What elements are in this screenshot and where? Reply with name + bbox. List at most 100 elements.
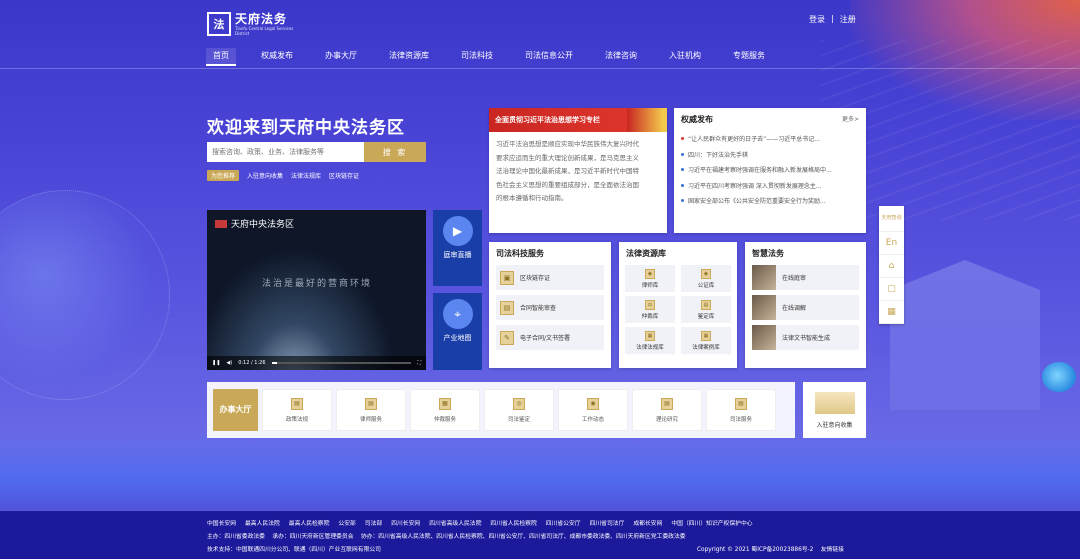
video-progress[interactable] <box>271 362 412 364</box>
tech-service-label: 合同智能审查 <box>520 305 557 312</box>
nav-legal-resources[interactable]: 法律资源库 <box>382 48 436 66</box>
case-icon: ▦ <box>701 330 711 341</box>
background-waves <box>0 430 1080 510</box>
service-hall-bar: 办事大厅 ▤ 政策法规 ▤ 律师服务 ▦ 仲裁服务 ◎ 司法鉴定 ◉ 工作动态 ▤ 理论研究… <box>207 382 795 438</box>
tag-link[interactable]: 入驻意向收集 <box>247 171 283 180</box>
promo-video[interactable]: 天府中央法务区 法治是最好的营商环境 ❚❚ ◀) 0:12 / 1:26 ⛶ <box>207 210 426 370</box>
footer-link[interactable]: 公安部 <box>338 518 355 527</box>
news-item[interactable]: “让人民群众有更好的日子去”——习近平总书记... <box>674 131 866 147</box>
qr-code-icon[interactable]: ▦ <box>879 301 904 324</box>
nav-divider <box>0 68 1080 69</box>
hall-item[interactable]: ▦ 仲裁服务 <box>410 389 480 431</box>
study-line: 法治理论中国化最新成果，是习近平新时代中国特 <box>496 167 639 175</box>
footer-link[interactable]: 成都长安网 <box>633 518 662 527</box>
service-hall-badge[interactable]: 办事大厅 <box>213 389 258 431</box>
hall-item[interactable]: ▤ 律师服务 <box>336 389 406 431</box>
library-item-arbitration[interactable]: ⚖ 仲裁库 <box>625 296 675 323</box>
industry-map-tile[interactable]: ⌖ 产业地图 <box>433 293 482 370</box>
library-item-cases[interactable]: ▦ 法律案例库 <box>681 327 731 354</box>
footer-link[interactable]: 四川长安网 <box>391 518 420 527</box>
study-banner[interactable]: 全面贯彻习近平法治思想学习专栏 <box>489 108 667 132</box>
settle-intent-button[interactable]: 入驻意向收集 <box>803 382 866 438</box>
hall-item[interactable]: ◉ 工作动态 <box>558 389 628 431</box>
smart-service-item[interactable]: 法律文书智能生成 <box>752 325 859 350</box>
login-link[interactable]: 登录 <box>809 14 825 25</box>
footer-link[interactable]: 四川省公安厅 <box>546 518 581 527</box>
library-item-lawyers[interactable]: ◉ 律师库 <box>625 265 675 292</box>
chat-icon[interactable]: ▢ <box>879 278 904 301</box>
english-toggle[interactable]: En <box>879 232 904 255</box>
library-item-appraisal[interactable]: ▤ 鉴定库 <box>681 296 731 323</box>
nav-home[interactable]: 首页 <box>206 48 236 66</box>
nav-institutions[interactable]: 入驻机构 <box>662 48 708 66</box>
news-item[interactable]: 习近平在福建考察时强调在服务和融入新发展格局中... <box>674 162 866 178</box>
nav-service-hall[interactable]: 办事大厅 <box>318 48 364 66</box>
smart-consult-button[interactable]: 天府智询 <box>879 206 904 232</box>
appraisal-icon: ◎ <box>513 397 525 410</box>
tech-service-item[interactable]: ▤ 合同智能审查 <box>496 295 604 320</box>
logo-subtitle: Tianfu Central Legal Services District <box>235 25 294 36</box>
footer-link[interactable]: 中国（四川）知识产权保护中心 <box>671 518 752 527</box>
footer-link[interactable]: 司法部 <box>365 518 382 527</box>
news-item[interactable]: 国家安全部公布《公共安全防范重要安全行为奖励... <box>674 193 866 209</box>
tech-service-item[interactable]: ▣ 区块链存证 <box>496 265 604 290</box>
tag-link[interactable]: 法律法规库 <box>291 171 321 180</box>
document-icon: ▤ <box>701 299 711 310</box>
nav-judicial-tech[interactable]: 司法科技 <box>454 48 500 66</box>
news-more-link[interactable]: 更多> <box>842 114 859 125</box>
contract-review-icon: ▤ <box>500 300 514 315</box>
smart-service-item[interactable]: 在线庭审 <box>752 265 859 290</box>
lawyer-service-icon: ▤ <box>365 397 377 410</box>
volume-icon[interactable]: ◀) <box>226 360 232 366</box>
tech-service-label: 区块链存证 <box>520 275 551 282</box>
search-bar: 搜 索 <box>207 142 426 162</box>
home-icon[interactable]: ⌂ <box>879 255 904 278</box>
live-trial-tile[interactable]: ▶ 庭审直播 <box>433 210 482 286</box>
search-input[interactable] <box>207 142 364 162</box>
logo-title: 天府法务 <box>235 11 288 26</box>
nav-releases[interactable]: 权威发布 <box>254 48 300 66</box>
footer-link[interactable]: 中国长安网 <box>207 518 236 527</box>
register-link[interactable]: 注册 <box>840 14 856 25</box>
news-item[interactable]: 四川：下好法治先手棋 <box>674 147 866 163</box>
footer-copyright: Copyright © 2021 蜀ICP备20023886号-2 <box>697 547 814 553</box>
nav-legal-consult[interactable]: 法律咨询 <box>598 48 644 66</box>
footer-link[interactable]: 四川省司法厅 <box>590 518 625 527</box>
news-item-text: 四川：下好法治先手棋 <box>688 151 749 159</box>
smart-service-item[interactable]: 在线调解 <box>752 295 859 320</box>
friend-links[interactable]: 友情链接 <box>821 547 844 553</box>
bullet-icon <box>681 183 684 187</box>
assistant-robot-icon[interactable] <box>1042 362 1076 392</box>
hall-item[interactable]: ▤ 司法服务 <box>706 389 776 431</box>
live-trial-label: 庭审直播 <box>443 251 472 259</box>
library-item-regulations[interactable]: ▦ 法律法规库 <box>625 327 675 354</box>
recommend-tags: 为您推荐 入驻意向收集 法律法规库 区块链存证 <box>207 170 359 181</box>
study-card[interactable]: 全面贯彻习近平法治思想学习专栏 习近平法治思想是顺应实现中华民族伟大复兴时代 要… <box>489 108 667 233</box>
nav-info-disclosure[interactable]: 司法信息公开 <box>518 48 580 66</box>
footer-link[interactable]: 最高人民检察院 <box>289 518 330 527</box>
nav-special-services[interactable]: 专题服务 <box>726 48 772 66</box>
tech-service-item[interactable]: ✎ 电子合同/文书签署 <box>496 325 604 350</box>
search-button[interactable]: 搜 索 <box>364 142 426 162</box>
library-item-notary[interactable]: ◉ 公证库 <box>681 265 731 292</box>
footer-link[interactable]: 四川省人民检察院 <box>490 518 536 527</box>
tag-link[interactable]: 区块链存证 <box>329 171 359 180</box>
pause-icon[interactable]: ❚❚ <box>212 360 220 366</box>
footer-link[interactable]: 四川省高级人民法院 <box>429 518 481 527</box>
lawyer-icon: ◉ <box>645 268 655 279</box>
footer: 中国长安网 最高人民法院 最高人民检察院 公安部 司法部 四川长安网 四川省高级… <box>0 511 1080 559</box>
footer-link[interactable]: 最高人民法院 <box>245 518 280 527</box>
hall-item[interactable]: ▤ 政策法规 <box>262 389 332 431</box>
hall-item[interactable]: ▤ 理论研究 <box>632 389 702 431</box>
hall-item[interactable]: ◎ 司法鉴定 <box>484 389 554 431</box>
site-logo[interactable]: 法 天府法务 Tianfu Central Legal Services Dis… <box>207 12 295 36</box>
judicial-tech-title: 司法科技服务 <box>496 249 544 258</box>
fullscreen-icon[interactable]: ⛶ <box>417 360 421 366</box>
flag-icon <box>627 108 667 132</box>
welcome-heading: 欢迎来到天府中央法务区 <box>207 118 405 138</box>
video-controls: ❚❚ ◀) 0:12 / 1:26 ⛶ <box>207 356 426 370</box>
judicial-tech-card: 司法科技服务 ▣ 区块链存证 ▤ 合同智能审查 ✎ 电子合同/文书签署 <box>489 242 611 368</box>
smart-service-label: 在线庭审 <box>782 275 807 282</box>
smart-service-label: 法律文书智能生成 <box>782 335 831 342</box>
news-item[interactable]: 习近平在四川考察时强调 深入贯彻新发展理念主... <box>674 178 866 194</box>
